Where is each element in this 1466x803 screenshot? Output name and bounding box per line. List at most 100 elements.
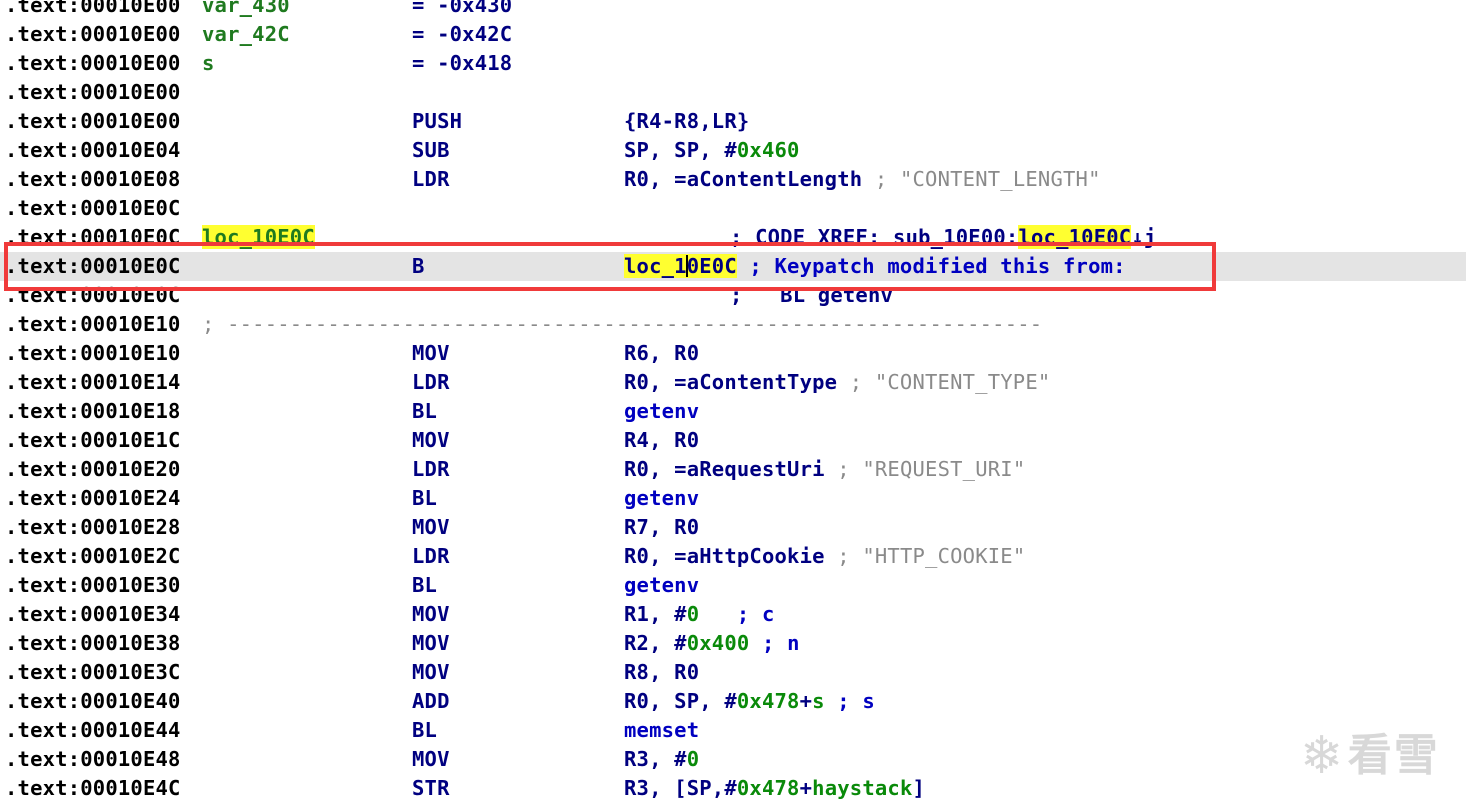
operand-text[interactable]: {R4-R8,LR} [624,109,749,133]
instruction-mnemonic[interactable]: BL [412,397,437,426]
line-address[interactable]: .text:00010E0C [5,252,181,281]
instruction-operands[interactable]: R1, #0 ; c [624,600,775,629]
line-address[interactable]: .text:00010E00 [5,20,181,49]
listing-line[interactable]: .text:00010E24 BL getenv [0,484,1466,513]
line-address[interactable]: .text:00010E4C [5,774,181,803]
instruction-mnemonic[interactable]: PUSH [412,107,462,136]
listing-line[interactable]: .text:00010E14 LDR R0, =aContentType ; "CO… [0,368,1466,397]
instruction-operands[interactable]: {R4-R8,LR} [624,107,749,136]
operand-text[interactable]: R1, # [624,602,687,626]
instruction-operands[interactable]: getenv [624,571,699,600]
branch-target-part[interactable]: 0E0C [687,254,737,278]
operand-text[interactable]: R0, SP, # [624,689,737,713]
instruction-operands[interactable]: R0, SP, #0x478+s ; s [624,687,875,716]
branch-target[interactable]: loc_1 0E0C [624,254,737,278]
operand-text[interactable]: R8, R0 [624,660,699,684]
listing-line[interactable]: .text:00010E00 PUSH {R4-R8,LR} [0,107,1466,136]
listing-line[interactable]: .text:00010E00 var_42C = -0x42C [0,20,1466,49]
instruction-operands[interactable]: R7, R0 [624,513,699,542]
instruction-mnemonic[interactable]: MOV [412,629,450,658]
listing-line[interactable]: .text:00010E30 BL getenv [0,571,1466,600]
listing-line[interactable]: .text:00010E00 [0,78,1466,107]
instruction-mnemonic[interactable]: MOV [412,600,450,629]
listing-line[interactable]: .text:00010E0C ; BL getenv [0,281,1466,310]
line-address[interactable]: .text:00010E10 [5,310,181,339]
listing-line[interactable]: .text:00010E48 MOV R3, #0 [0,745,1466,774]
operand-text[interactable]: R6, R0 [624,341,699,365]
line-address[interactable]: .text:00010E34 [5,600,181,629]
operand-text[interactable]: SP, SP, # [624,138,737,162]
instruction-mnemonic[interactable]: LDR [412,165,450,194]
operand-immediate[interactable]: 0 [687,602,700,626]
stack-variable-name[interactable]: var_430 [202,0,290,20]
listing-line[interactable]: .text:00010E0C loc_10E0C; CODE XREF: sub_… [0,223,1466,252]
listing-line[interactable]: .text:00010E44 BL memset [0,716,1466,745]
line-address[interactable]: .text:00010E04 [5,136,181,165]
instruction-operands[interactable]: loc_1 0E0C ; Keypatch modified this from: [624,252,1126,281]
listing-line[interactable]: .text:00010E18 BL getenv [0,397,1466,426]
line-address[interactable]: .text:00010E08 [5,165,181,194]
instruction-operands[interactable]: memset [624,716,699,745]
instruction-operands[interactable]: getenv [624,397,699,426]
line-address[interactable]: .text:00010E18 [5,397,181,426]
instruction-mnemonic[interactable]: LDR [412,542,450,571]
code-label[interactable]: loc_10E0C [202,223,315,252]
listing-line[interactable]: .text:00010E0C Bloc_1 0E0C ; Keypatch modi… [0,252,1466,281]
instruction-operands[interactable]: R0, =aContentType ; "CONTENT_TYPE" [624,368,1050,397]
listing-line[interactable]: .text:00010E00 s = -0x418 [0,49,1466,78]
listing-line[interactable]: .text:00010E3C MOV R8, R0 [0,658,1466,687]
disassembly-view[interactable]: .text:00010E00 var_430 = -0x430 .text:00010… [0,0,1466,803]
listing-line[interactable]: .text:00010E4C STR R3, [SP,#0x478+haystack… [0,774,1466,803]
call-target[interactable]: getenv [624,486,699,510]
instruction-operands[interactable]: R3, #0 [624,745,699,774]
instruction-mnemonic[interactable]: STR [412,774,450,803]
call-target[interactable]: getenv [624,399,699,423]
line-address[interactable]: .text:00010E38 [5,629,181,658]
line-address[interactable]: .text:00010E10 [5,339,181,368]
instruction-operands[interactable]: R8, R0 [624,658,699,687]
line-address[interactable]: .text:00010E00 [5,49,181,78]
instruction-mnemonic[interactable]: BL [412,484,437,513]
branch-target-part[interactable]: loc_1 [624,254,687,278]
operand-text[interactable]: R7, R0 [624,515,699,539]
listing-line[interactable]: .text:00010E1C MOV R4, R0 [0,426,1466,455]
instruction-operands[interactable]: R6, R0 [624,339,699,368]
line-address[interactable]: .text:00010E00 [5,0,181,20]
line-address[interactable]: .text:00010E48 [5,745,181,774]
line-address[interactable]: .text:00010E0C [5,281,181,310]
listing-line[interactable]: .text:00010E2C LDR R0, =aHttpCookie ; "HTT… [0,542,1466,571]
operand-text[interactable]: R0, =aContentLength [624,167,862,191]
instruction-mnemonic[interactable]: LDR [412,455,450,484]
operand-text[interactable]: R0, =aContentType [624,370,837,394]
instruction-mnemonic[interactable]: SUB [412,136,450,165]
instruction-mnemonic[interactable]: MOV [412,426,450,455]
line-address[interactable]: .text:00010E24 [5,484,181,513]
listing-line[interactable]: .text:00010E0C [0,194,1466,223]
operand-immediate[interactable]: 0x460 [737,138,800,162]
instruction-mnemonic[interactable]: BL [412,571,437,600]
line-address[interactable]: .text:00010E3C [5,658,181,687]
operand-immediate[interactable]: 0x400 [687,631,750,655]
operand-immediate[interactable]: 0x478 [737,776,800,800]
line-address[interactable]: .text:00010E28 [5,513,181,542]
instruction-operands[interactable]: SP, SP, #0x460 [624,136,800,165]
instruction-operands[interactable]: getenv [624,484,699,513]
instruction-operands[interactable]: R2, #0x400 ; n [624,629,800,658]
operand-immediate[interactable]: 0x478 [737,689,800,713]
listing-line[interactable]: .text:00010E34 MOV R1, #0 ; c [0,600,1466,629]
operand-text[interactable]: R3, [SP,# [624,776,737,800]
operand-immediate[interactable]: 0 [687,747,700,771]
operand-stack-var[interactable]: haystack [812,776,912,800]
instruction-mnemonic[interactable]: BL [412,716,437,745]
line-address[interactable]: .text:00010E0C [5,194,181,223]
instruction-operands[interactable]: R0, =aRequestUri ; "REQUEST_URI" [624,455,1025,484]
operand-text[interactable]: R0, =aHttpCookie [624,544,825,568]
line-address[interactable]: .text:00010E20 [5,455,181,484]
listing-line[interactable]: .text:00010E04 SUB SP, SP, #0x460 [0,136,1466,165]
instruction-mnemonic[interactable]: MOV [412,513,450,542]
instruction-operands[interactable]: R4, R0 [624,426,699,455]
operand-text[interactable]: R0, =aRequestUri [624,457,825,481]
instruction-operands[interactable]: R0, =aContentLength ; "CONTENT_LENGTH" [624,165,1101,194]
listing-line[interactable]: .text:00010E10 ; ------------------------… [0,310,1466,339]
line-address[interactable]: .text:00010E30 [5,571,181,600]
